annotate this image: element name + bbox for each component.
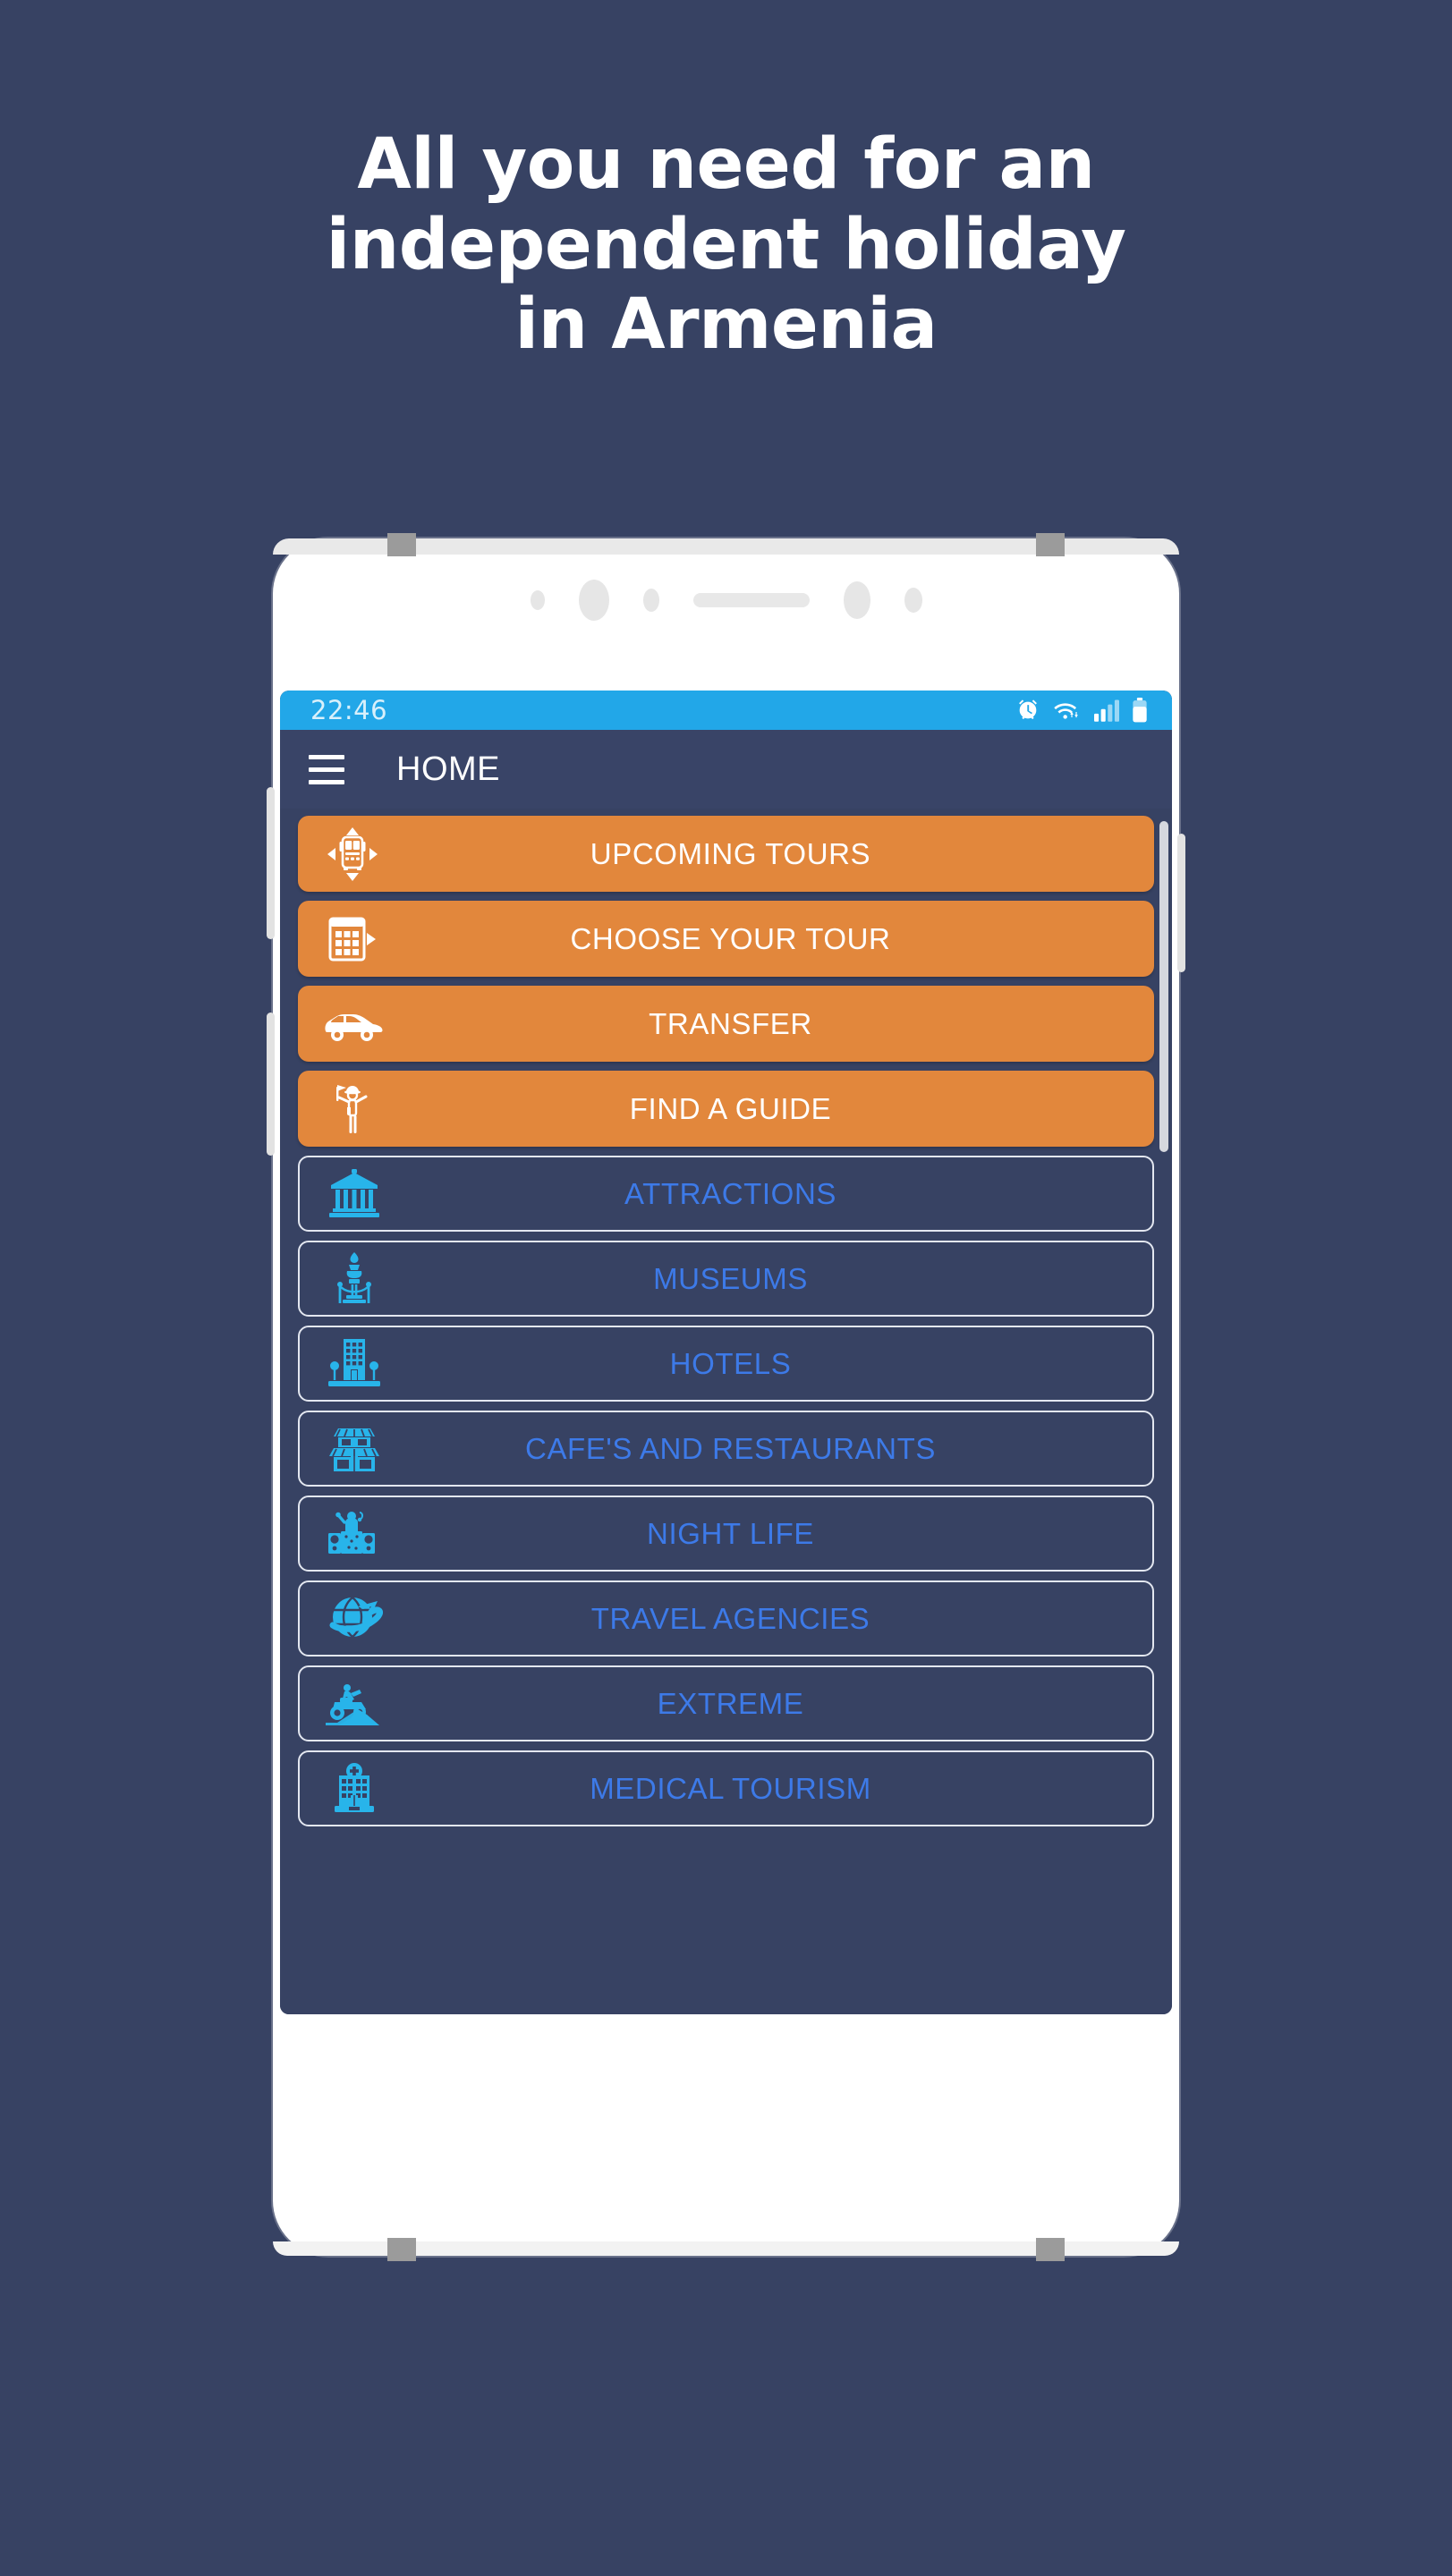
storefront-icon: [300, 1411, 398, 1487]
hospital-icon: [300, 1750, 398, 1826]
antenna-tab-bottom-right: [1036, 2238, 1065, 2261]
battery-icon: [1131, 698, 1149, 723]
menu-item-label: FIND A GUIDE: [629, 1091, 832, 1125]
menu-item-travel-agencies[interactable]: TRAVEL AGENCIES: [298, 1580, 1154, 1657]
menu-item-attractions[interactable]: ATTRACTIONS: [298, 1156, 1154, 1232]
scrollbar[interactable]: [1159, 809, 1168, 2014]
power-button[interactable]: [1177, 834, 1185, 972]
dj-speakers-icon: [300, 1496, 398, 1572]
hamburger-menu-icon[interactable]: [309, 754, 344, 784]
menu-item-label: MEDICAL TOURISM: [590, 1771, 871, 1805]
phone-screen: 22:46 HOME UPCOMING TOURS CHOOSE YOUR TO…: [280, 691, 1172, 2014]
phone-body: 22:46 HOME UPCOMING TOURS CHOOSE YOUR TO…: [267, 533, 1185, 2261]
headline-line-3: in Armenia: [514, 284, 938, 366]
sensor-dot-icon: [904, 588, 922, 613]
phone-mockup: 22:46 HOME UPCOMING TOURS CHOOSE YOUR TO…: [267, 533, 1185, 2261]
antenna-tab-top-left: [387, 533, 416, 556]
menu-item-find-a-guide[interactable]: FIND A GUIDE: [298, 1071, 1154, 1147]
menu-item-night-life[interactable]: NIGHT LIFE: [298, 1496, 1154, 1572]
scrollbar-thumb[interactable]: [1159, 821, 1168, 1152]
antenna-tab-bottom-left: [387, 2238, 416, 2261]
menu-item-label: MUSEUMS: [653, 1261, 808, 1295]
atv-quadbike-icon: [300, 1665, 398, 1741]
app-bar-title: HOME: [396, 750, 500, 788]
menu-item-upcoming-tours[interactable]: UPCOMING TOURS: [298, 816, 1154, 892]
menu-item-label: CAFE'S AND RESTAURANTS: [525, 1431, 936, 1465]
menu-item-label: NIGHT LIFE: [647, 1516, 814, 1550]
menu-item-choose-your-tour[interactable]: CHOOSE YOUR TOUR: [298, 901, 1154, 977]
sensor-dot-icon: [530, 590, 545, 610]
status-bar: 22:46: [280, 691, 1172, 730]
menu-item-extreme[interactable]: EXTREME: [298, 1665, 1154, 1741]
menu-item-label: UPCOMING TOURS: [590, 836, 871, 870]
menu-list: UPCOMING TOURS CHOOSE YOUR TOUR TRANSFER…: [280, 809, 1172, 2014]
headline-line-2: independent holiday: [326, 204, 1126, 285]
promo-screenshot: All you need for an independent holiday …: [0, 0, 1452, 2576]
volume-down-button[interactable]: [267, 1013, 275, 1156]
menu-item-hotels[interactable]: HOTELS: [298, 1326, 1154, 1402]
app-bar: HOME: [280, 730, 1172, 809]
volume-up-button[interactable]: [267, 787, 275, 939]
menu-item-label: CHOOSE YOUR TOUR: [570, 921, 891, 955]
menu-item-label: ATTRACTIONS: [624, 1176, 836, 1210]
hotel-building-icon: [300, 1326, 398, 1402]
menu-item-label: EXTREME: [657, 1686, 804, 1720]
globe-plane-icon: [300, 1580, 398, 1657]
bus-with-arrows-icon: [298, 816, 396, 892]
earpiece-speaker-icon: [692, 593, 810, 607]
calendar-grid-icon: [298, 901, 396, 977]
signal-icon: [1094, 699, 1119, 722]
alarm-icon: [1015, 698, 1040, 723]
statue-exhibit-icon: [300, 1241, 398, 1317]
status-bar-clock: 22:46: [310, 695, 388, 725]
temple-icon: [300, 1156, 398, 1232]
menu-item-transfer[interactable]: TRANSFER: [298, 986, 1154, 1062]
menu-item-cafes-and-restaurants[interactable]: CAFE'S AND RESTAURANTS: [298, 1411, 1154, 1487]
phone-sensor-row: [273, 580, 1179, 621]
menu-item-medical-tourism[interactable]: MEDICAL TOURISM: [298, 1750, 1154, 1826]
antenna-tab-top-right: [1036, 533, 1065, 556]
headline-line-1: All you need for an: [357, 124, 1095, 205]
menu-item-label: TRANSFER: [649, 1006, 812, 1040]
tour-guide-icon: [298, 1071, 396, 1147]
sensor-dot-icon: [642, 589, 659, 612]
menu-item-label: TRAVEL AGENCIES: [590, 1601, 870, 1635]
menu-item-label: HOTELS: [669, 1346, 792, 1380]
page-title: All you need for an independent holiday …: [0, 124, 1452, 366]
wifi-icon: [1052, 698, 1083, 723]
status-bar-icons: [1015, 698, 1149, 723]
car-icon: [298, 986, 396, 1062]
front-camera-icon: [843, 581, 870, 619]
menu-item-museums[interactable]: MUSEUMS: [298, 1241, 1154, 1317]
front-camera-icon: [578, 580, 609, 621]
